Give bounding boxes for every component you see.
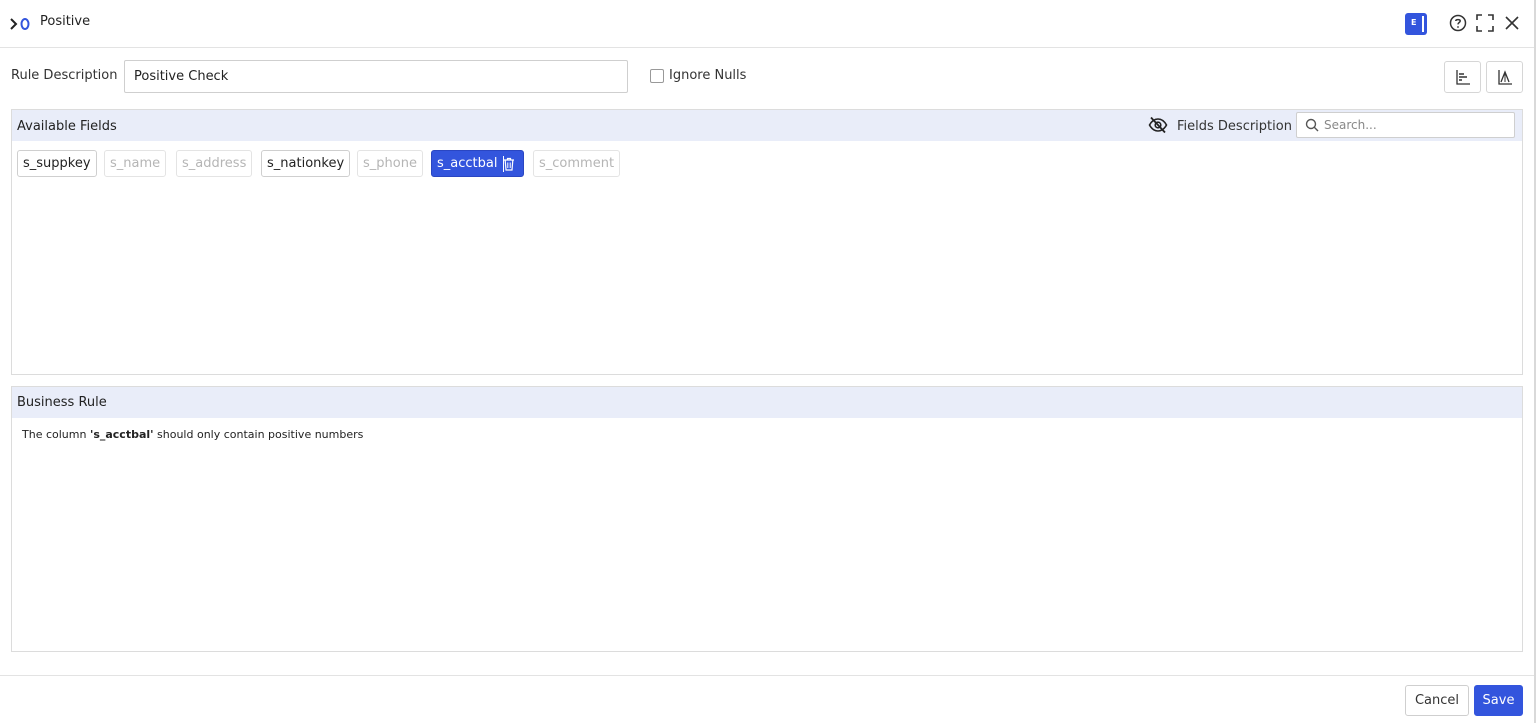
trash-icon[interactable] bbox=[503, 157, 515, 171]
field-chip-label: s_nationkey bbox=[267, 156, 345, 171]
field-chip-label: s_name bbox=[110, 156, 161, 171]
distribution-chart-button[interactable] bbox=[1486, 61, 1523, 93]
environment-badge-bar bbox=[1422, 16, 1424, 32]
field-chip-s_comment[interactable]: s_comment bbox=[533, 150, 621, 177]
field-chip-label: s_comment bbox=[539, 156, 615, 171]
eye-off-icon[interactable] bbox=[1148, 116, 1168, 134]
field-chip-label: s_acctbal bbox=[437, 156, 498, 171]
business-rule-title: Business Rule bbox=[17, 395, 107, 410]
ignore-nulls-checkbox[interactable] bbox=[650, 69, 664, 83]
field-chip-s_phone[interactable]: s_phone bbox=[357, 150, 423, 177]
distribution-chart-icon bbox=[1498, 70, 1512, 85]
dialog-title: Positive bbox=[40, 14, 91, 29]
business-rule-panel: Business Rule The column 's_acctbal' sho… bbox=[11, 386, 1523, 652]
save-button[interactable]: Save bbox=[1474, 685, 1523, 716]
field-chip-s_name[interactable]: s_name bbox=[104, 150, 167, 177]
field-chip-label: s_suppkey bbox=[23, 156, 91, 171]
dialog-header: Positive E bbox=[0, 0, 1534, 48]
close-icon[interactable] bbox=[1503, 14, 1521, 32]
field-chip-s_address[interactable]: s_address bbox=[176, 150, 253, 177]
field-chip-s_nationkey[interactable]: s_nationkey bbox=[261, 150, 351, 177]
rule-logo-icon bbox=[10, 18, 30, 30]
environment-badge-letter: E bbox=[1411, 18, 1417, 27]
help-icon[interactable] bbox=[1449, 14, 1467, 32]
business-rule-column: 's_acctbal' bbox=[89, 428, 154, 441]
environment-badge[interactable]: E bbox=[1405, 13, 1427, 35]
business-rule-suffix: should only contain positive numbers bbox=[153, 428, 364, 441]
footer-divider bbox=[0, 675, 1534, 676]
bar-chart-button[interactable] bbox=[1444, 61, 1481, 93]
field-chip-s_suppkey[interactable]: s_suppkey bbox=[17, 150, 97, 177]
ignore-nulls-label: Ignore Nulls bbox=[669, 68, 747, 83]
rule-description-input[interactable] bbox=[124, 60, 628, 93]
field-chip-label: s_phone bbox=[363, 156, 417, 171]
bar-chart-icon bbox=[1456, 70, 1470, 85]
rule-description-label: Rule Description bbox=[11, 68, 118, 83]
fullscreen-icon[interactable] bbox=[1476, 14, 1494, 32]
fields-description-label: Fields Description bbox=[1177, 119, 1292, 134]
available-fields-header: Available Fields Fields Description bbox=[12, 110, 1522, 141]
available-fields-title: Available Fields bbox=[17, 119, 117, 134]
search-input[interactable] bbox=[1324, 116, 1509, 134]
available-fields-panel: Available Fields Fields Description s_su… bbox=[11, 109, 1523, 375]
field-chip-label: s_address bbox=[182, 156, 247, 171]
cancel-button[interactable]: Cancel bbox=[1405, 685, 1469, 716]
search-icon bbox=[1305, 118, 1319, 132]
business-rule-text: The column 's_acctbal' should only conta… bbox=[22, 428, 363, 441]
field-chip-s_acctbal[interactable]: s_acctbal bbox=[431, 150, 525, 177]
field-search[interactable] bbox=[1296, 112, 1515, 138]
business-rule-header: Business Rule bbox=[12, 387, 1522, 418]
business-rule-prefix: The column bbox=[22, 428, 90, 441]
